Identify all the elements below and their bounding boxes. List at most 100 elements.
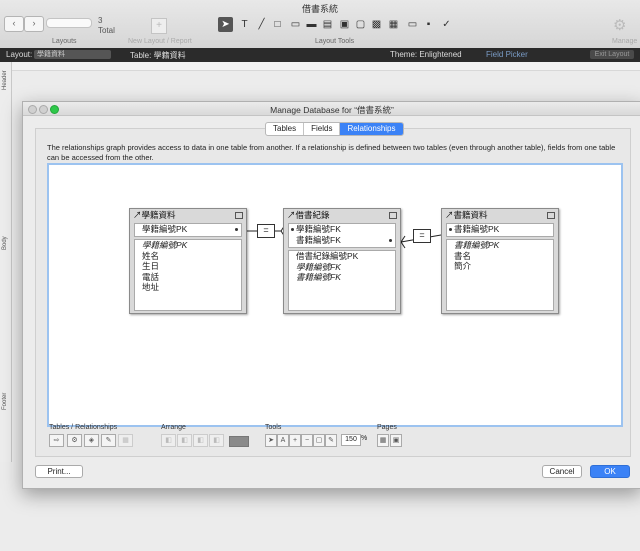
- table-label: Table: 學籍資料: [130, 51, 186, 60]
- record-number: 3: [98, 16, 103, 25]
- web-viewer-tool-icon[interactable]: ▪: [421, 17, 436, 32]
- button-bar-tool-icon[interactable]: ▤: [320, 17, 335, 32]
- chevron-left-icon[interactable]: ‹: [4, 16, 24, 32]
- page-grid-icon[interactable]: ▦: [377, 434, 389, 447]
- tab-relationships[interactable]: Relationships: [340, 123, 403, 135]
- field-item[interactable]: 書籍編號FK: [289, 272, 395, 283]
- zoom-unit: %: [361, 435, 368, 442]
- resize-icon[interactable]: ◧: [209, 434, 224, 447]
- theme-label[interactable]: Theme: Enlightened: [390, 50, 462, 59]
- field-item[interactable]: 電話: [135, 272, 241, 283]
- arrange-label: Arrange: [161, 424, 186, 431]
- match-fields: 書籍編號PK: [446, 223, 554, 237]
- layout-select[interactable]: 學籍資料: [34, 50, 111, 59]
- zoom-level-field[interactable]: 150: [341, 434, 361, 446]
- horizontal-ruler: [12, 62, 640, 71]
- line-tool-icon[interactable]: ╱: [254, 17, 269, 32]
- text-tool-icon[interactable]: T: [237, 17, 252, 32]
- key-field[interactable]: 學籍編號PK: [135, 224, 241, 235]
- gear-icon[interactable]: ⚙: [613, 16, 626, 34]
- add-table-icon[interactable]: ⇨: [49, 434, 64, 447]
- field-item[interactable]: 書名: [447, 251, 553, 262]
- field-item[interactable]: 書籍編號PK: [447, 240, 553, 251]
- tab-control-tool-icon[interactable]: ▣: [337, 17, 352, 32]
- table-header[interactable]: ↗學籍資料: [130, 209, 246, 221]
- table-header[interactable]: ↗書籍資料: [442, 209, 558, 221]
- format-painter-icon[interactable]: ✓: [439, 17, 454, 32]
- field-item[interactable]: 生日: [135, 261, 241, 272]
- chevron-right-icon[interactable]: ›: [24, 16, 44, 32]
- manage-label: Manage: [612, 38, 638, 45]
- match-fields: 學籍編號FK 書籍編號FK: [288, 223, 396, 248]
- pages-label: Pages: [377, 424, 397, 431]
- new-layout-icon[interactable]: +: [151, 18, 167, 34]
- ok-button[interactable]: OK: [590, 465, 630, 478]
- field-item[interactable]: 姓名: [135, 251, 241, 262]
- page-setup-icon[interactable]: ▣: [390, 434, 402, 447]
- table-menu-icon[interactable]: [547, 212, 555, 219]
- table-menu-icon[interactable]: [389, 212, 397, 219]
- field-item[interactable]: 學籍編號FK: [289, 262, 395, 273]
- fit-icon[interactable]: ▢: [313, 434, 325, 447]
- duplicate-icon[interactable]: ◈: [84, 434, 99, 447]
- table-occurrence-students[interactable]: ↗學籍資料 學籍編號PK 學籍編號PK 姓名 生日 電話 地址: [129, 208, 247, 314]
- relationships-description: The relationships graph provides access …: [47, 143, 616, 162]
- field-tool-icon[interactable]: ▭: [288, 17, 303, 32]
- field-list: 書籍編號PK 書名 簡介: [446, 239, 554, 311]
- cancel-button[interactable]: Cancel: [542, 465, 582, 478]
- table-header[interactable]: ↗借書紀錄: [284, 209, 400, 221]
- tab-fields[interactable]: Fields: [304, 123, 341, 135]
- align-center-icon[interactable]: ◧: [177, 434, 192, 447]
- slide-control-tool-icon[interactable]: ▢: [353, 17, 368, 32]
- key-field[interactable]: 書籍編號FK: [289, 235, 395, 246]
- relationships-graph[interactable]: = = ↗學籍資料 學籍編號PK 學籍編號PK 姓名 生日 電話 地址 ↗借書紀…: [47, 163, 623, 427]
- layout-label: Layout:: [6, 50, 33, 59]
- record-slider[interactable]: [46, 18, 92, 28]
- layout-parts-ruler: Header Body Footer: [0, 62, 12, 462]
- tools-label: Tools: [265, 424, 282, 431]
- button-tool-icon[interactable]: ▬: [304, 17, 319, 32]
- align-left-icon[interactable]: ◧: [161, 434, 176, 447]
- layout-tools-label: Layout Tools: [315, 38, 355, 45]
- manage-database-dialog: Manage Database for “借書系統” Tables Fields…: [22, 101, 640, 489]
- field-picker-button[interactable]: Field Picker: [486, 50, 528, 59]
- pointer-icon[interactable]: ➤: [265, 434, 277, 447]
- popover-tool-icon[interactable]: ▭: [405, 17, 420, 32]
- table-menu-icon[interactable]: [235, 212, 243, 219]
- distribute-icon[interactable]: ◧: [193, 434, 208, 447]
- text-icon[interactable]: A: [277, 434, 289, 447]
- layout-bar: Layout: 學籍資料 Table: 學籍資料 Theme: Enlighte…: [0, 48, 640, 62]
- tab-tables[interactable]: Tables: [266, 123, 305, 135]
- portal-tool-icon[interactable]: ▩: [369, 17, 384, 32]
- delete-icon[interactable]: ▦: [118, 434, 133, 447]
- zoom-out-icon[interactable]: −: [301, 434, 313, 447]
- relationship-operator-icon[interactable]: =: [257, 224, 275, 238]
- zoom-in-icon[interactable]: +: [289, 434, 301, 447]
- key-field[interactable]: 學籍編號FK: [289, 224, 395, 235]
- record-total-label: Total: [98, 26, 115, 35]
- field-item[interactable]: 學籍編號PK: [135, 240, 241, 251]
- field-item[interactable]: 地址: [135, 282, 241, 293]
- highlight-icon[interactable]: ✎: [325, 434, 337, 447]
- add-relationship-icon[interactable]: ⚙: [67, 434, 82, 447]
- field-item[interactable]: 借書紀錄編號PK: [289, 251, 395, 262]
- key-field[interactable]: 書籍編號PK: [447, 224, 553, 235]
- print-button[interactable]: Print...: [35, 465, 83, 478]
- table-occurrence-borrow-records[interactable]: ↗借書紀錄 學籍編號FK 書籍編號FK 借書紀錄編號PK 學籍編號FK 書籍編號…: [283, 208, 401, 314]
- layouts-label: Layouts: [52, 38, 77, 45]
- exit-layout-button[interactable]: Exit Layout: [590, 50, 634, 59]
- pointer-tool-icon[interactable]: ➤: [218, 17, 233, 32]
- dialog-title: Manage Database for “借書系統”: [270, 105, 394, 115]
- match-fields: 學籍編號PK: [134, 223, 242, 237]
- color-swatch[interactable]: [229, 436, 249, 447]
- window-title: 借書系統: [301, 4, 338, 14]
- field-item[interactable]: 簡介: [447, 261, 553, 272]
- rectangle-tool-icon[interactable]: □: [270, 17, 285, 32]
- edit-icon[interactable]: ✎: [101, 434, 116, 447]
- chart-tool-icon[interactable]: ▦: [386, 17, 401, 32]
- table-occurrence-books[interactable]: ↗書籍資料 書籍編號PK 書籍編號PK 書名 簡介: [441, 208, 559, 314]
- new-layout-label: New Layout / Report: [128, 38, 192, 45]
- relationship-operator-icon[interactable]: =: [413, 229, 431, 243]
- tables-relationships-label: Tables / Relationships: [49, 424, 118, 431]
- field-list: 學籍編號PK 姓名 生日 電話 地址: [134, 239, 242, 311]
